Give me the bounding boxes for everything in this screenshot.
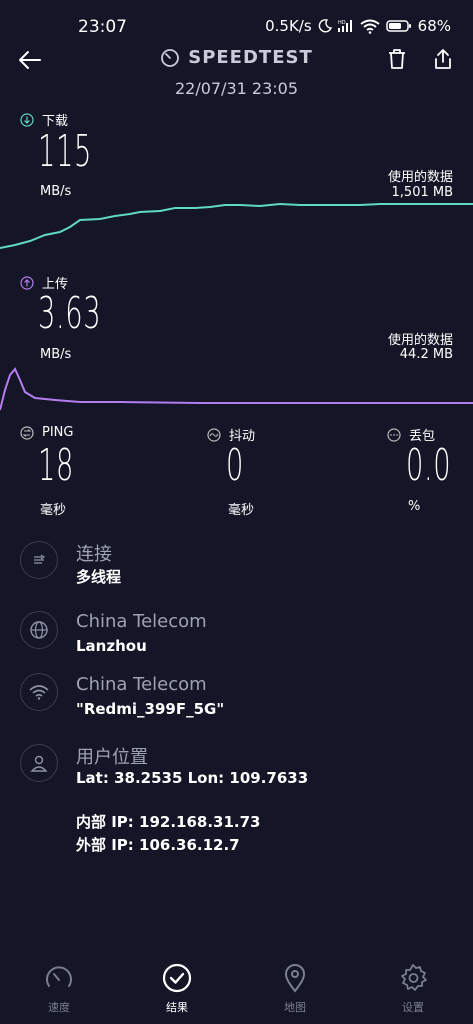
location-coords: Lat: 38.2535 Lon: 109.7633: [76, 769, 309, 787]
location-title: 用户位置: [76, 747, 148, 768]
external-ip: 外部 IP: 106.36.12.7: [76, 836, 240, 854]
ping-value: 18: [38, 440, 74, 491]
check-circle-icon: [162, 963, 192, 993]
internal-ip: 内部 IP: 192.168.31.73: [76, 813, 261, 831]
user-icon: [30, 755, 48, 772]
nav-map-label: 地图: [284, 1001, 306, 1014]
nav-speed[interactable]: 速度: [19, 963, 99, 1015]
isp-sub: Lanzhou: [76, 637, 147, 655]
status-icons: 0.5K/s HD 68%: [265, 17, 451, 35]
signal-icon: HD: [337, 20, 352, 32]
battery-icon: [385, 20, 411, 32]
download-data-used-label: 使用的数据: [387, 170, 453, 185]
wifi-isp-title: China Telecom: [76, 674, 207, 695]
download-graph: [0, 202, 473, 249]
delete-button[interactable]: [382, 44, 412, 74]
loss-unit: %: [408, 499, 421, 514]
status-time: 23:07: [78, 17, 127, 37]
nav-settings-label: 设置: [402, 1001, 424, 1014]
ping-icon: [20, 425, 34, 440]
page-title: SPEEDTEST: [188, 47, 313, 68]
packet-loss-icon: [387, 427, 401, 442]
speedometer-icon: [161, 48, 180, 67]
upload-value: 3.63: [38, 288, 102, 339]
status-bar: 23:07 0.5K/s HD 68%: [0, 0, 473, 50]
battery-level: 68%: [417, 17, 451, 35]
speedometer-icon: [46, 966, 72, 987]
nav-results-label: 结果: [166, 1001, 188, 1014]
trash-icon: [389, 49, 405, 69]
gear-icon: [401, 964, 427, 991]
wifi-icon: [360, 19, 380, 34]
wifi-ssid: "Redmi_399F_5G": [76, 700, 225, 718]
jitter-icon: [207, 427, 221, 442]
isp-icon-wrap: [20, 611, 58, 649]
ping-label: PING: [42, 425, 74, 440]
jitter-value: 0: [226, 440, 244, 491]
moon-icon: [318, 19, 332, 33]
network-speed: 0.5K/s: [265, 17, 312, 35]
jitter-unit: 毫秒: [228, 503, 255, 518]
ping-label-row: PING: [20, 425, 73, 440]
share-icon: [435, 49, 451, 69]
upload-arrow-icon: [20, 275, 34, 290]
loss-value: 0.0: [406, 440, 452, 491]
download-value: 115: [38, 126, 92, 177]
upload-data-used-label: 使用的数据: [387, 333, 453, 348]
globe-icon: [30, 621, 48, 639]
nav-settings[interactable]: 设置: [373, 963, 453, 1015]
connection-sub: 多线程: [76, 568, 122, 586]
wifi-info-icon-wrap: [20, 673, 58, 711]
isp-title: China Telecom: [76, 611, 207, 632]
multi-thread-icon: [34, 554, 46, 564]
location-icon-wrap: [20, 744, 58, 782]
connection-title: 连接: [76, 544, 112, 565]
download-arrow-icon: [20, 112, 34, 127]
map-pin-icon: [284, 964, 306, 993]
upload-graph: [0, 367, 473, 411]
nav-map[interactable]: 地图: [255, 963, 335, 1015]
wifi-icon: [29, 685, 49, 700]
test-date: 22/07/31 23:05: [174, 79, 299, 98]
nav-results[interactable]: 结果: [137, 963, 217, 1015]
connection-icon-wrap: [20, 541, 58, 579]
ping-unit: 毫秒: [40, 503, 67, 518]
svg-text:HD: HD: [338, 20, 346, 26]
nav-speed-label: 速度: [48, 1001, 70, 1014]
share-button[interactable]: [428, 44, 458, 74]
